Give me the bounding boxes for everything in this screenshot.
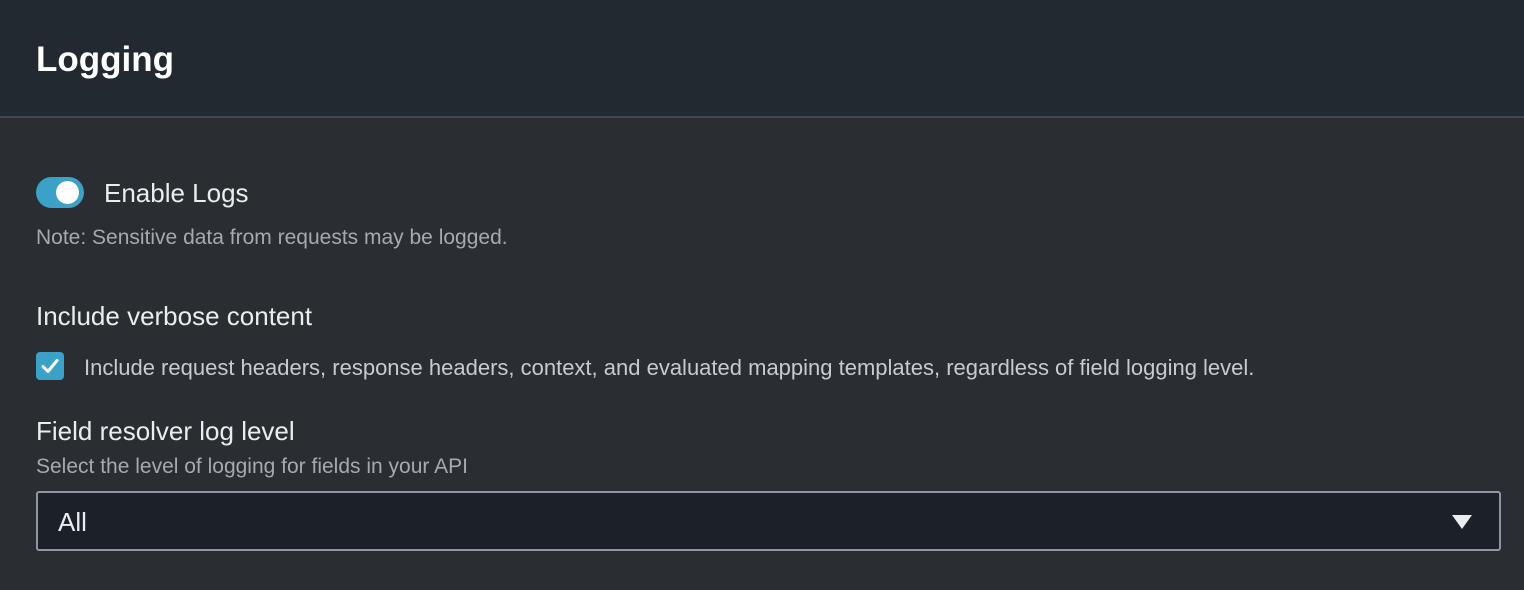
- panel-header: Logging: [0, 0, 1524, 118]
- panel-title: Logging: [36, 40, 175, 79]
- verbose-content-checkbox[interactable]: [36, 352, 64, 380]
- field-resolver-description: Select the level of logging for fields i…: [36, 455, 468, 478]
- field-resolver-heading: Field resolver log level: [36, 416, 295, 446]
- logging-panel: Logging Enable Logs Note: Sensitive data…: [0, 0, 1524, 590]
- enable-logs-toggle[interactable]: [36, 177, 84, 208]
- verbose-content-checkbox-label[interactable]: Include request headers, response header…: [84, 353, 1254, 383]
- log-level-selected-value: All: [58, 507, 87, 537]
- enable-logs-label[interactable]: Enable Logs: [104, 176, 249, 210]
- verbose-content-heading: Include verbose content: [36, 301, 313, 331]
- toggle-knob: [56, 181, 79, 204]
- checkmark-icon: [41, 359, 59, 373]
- caret-down-icon: [1452, 515, 1472, 529]
- log-level-select[interactable]: All: [36, 491, 1501, 551]
- sensitive-data-note: Note: Sensitive data from requests may b…: [36, 226, 508, 249]
